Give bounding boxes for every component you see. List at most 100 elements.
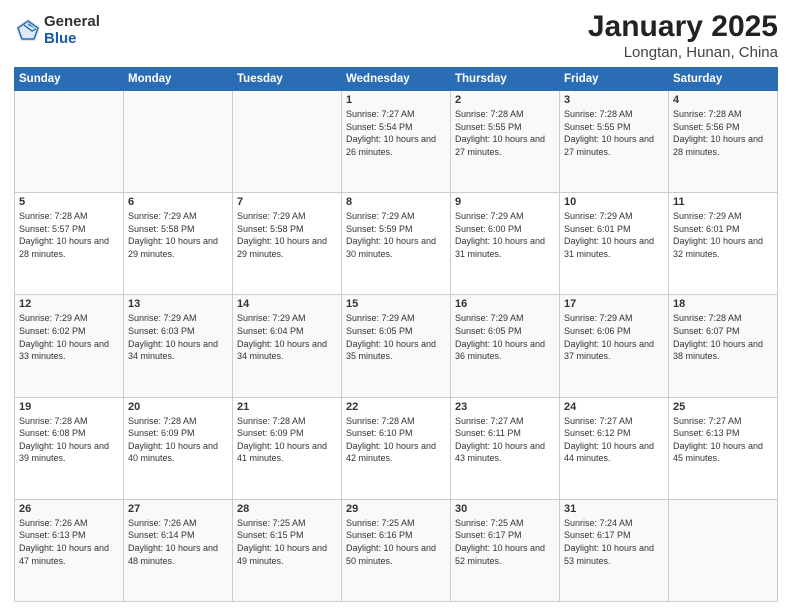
th-friday: Friday: [560, 68, 669, 91]
th-saturday: Saturday: [669, 68, 778, 91]
table-cell: 15 Sunrise: 7:29 AMSunset: 6:05 PMDayligh…: [342, 295, 451, 397]
day-number: 7: [237, 196, 337, 208]
table-cell: 29Sunrise: 7:25 AMSunset: 6:16 PMDayligh…: [342, 499, 451, 601]
table-cell: [15, 91, 124, 193]
day-number: 18: [673, 298, 773, 310]
day-number: 10: [564, 196, 664, 208]
logo-text: General Blue: [44, 14, 100, 47]
day-number: 19: [19, 401, 119, 413]
day-info: Sunrise: 7:28 AMSunset: 6:09 PMDaylight:…: [128, 415, 228, 465]
table-cell: [233, 91, 342, 193]
day-info: Sunrise: 7:28 AMSunset: 6:09 PMDaylight:…: [237, 415, 337, 465]
day-number: 8: [346, 196, 446, 208]
table-cell: 6 Sunrise: 7:29 AMSunset: 5:58 PMDaylight…: [124, 193, 233, 295]
day-number: 28: [237, 503, 337, 515]
day-number: 9: [455, 196, 555, 208]
day-number: 22: [346, 401, 446, 413]
table-cell: 26Sunrise: 7:26 AMSunset: 6:13 PMDayligh…: [15, 499, 124, 601]
day-number: 2: [455, 94, 555, 106]
week-row-2: 12Sunrise: 7:29 AMSunset: 6:02 PMDayligh…: [15, 295, 778, 397]
calendar-title: January 2025: [588, 10, 778, 44]
table-cell: 20Sunrise: 7:28 AMSunset: 6:09 PMDayligh…: [124, 397, 233, 499]
day-info: Sunrise: 7:29 AMSunset: 5:58 PMDaylight:…: [237, 210, 337, 260]
table-cell: 3 Sunrise: 7:28 AMSunset: 5:55 PMDaylight…: [560, 91, 669, 193]
table-cell: 17 Sunrise: 7:29 AMSunset: 6:06 PMDayligh…: [560, 295, 669, 397]
table-cell: 18 Sunrise: 7:28 AMSunset: 6:07 PMDayligh…: [669, 295, 778, 397]
th-sunday: Sunday: [15, 68, 124, 91]
day-info: Sunrise: 7:29 AMSunset: 6:00 PMDaylight:…: [455, 210, 555, 260]
day-number: 23: [455, 401, 555, 413]
table-cell: 5Sunrise: 7:28 AMSunset: 5:57 PMDaylight…: [15, 193, 124, 295]
day-info: Sunrise: 7:27 AMSunset: 5:54 PMDaylight:…: [346, 108, 446, 158]
day-info: Sunrise: 7:27 AMSunset: 6:13 PMDaylight:…: [673, 415, 773, 465]
day-number: 30: [455, 503, 555, 515]
table-cell: 2 Sunrise: 7:28 AMSunset: 5:55 PMDaylight…: [451, 91, 560, 193]
day-number: 4: [673, 94, 773, 106]
day-info: Sunrise: 7:28 AMSunset: 5:55 PMDaylight:…: [564, 108, 664, 158]
table-cell: 7 Sunrise: 7:29 AMSunset: 5:58 PMDaylight…: [233, 193, 342, 295]
day-info: Sunrise: 7:29 AMSunset: 5:59 PMDaylight:…: [346, 210, 446, 260]
logo-general-text: General: [44, 14, 100, 31]
th-monday: Monday: [124, 68, 233, 91]
day-info: Sunrise: 7:24 AMSunset: 6:17 PMDaylight:…: [564, 517, 664, 567]
day-info: Sunrise: 7:28 AMSunset: 6:10 PMDaylight:…: [346, 415, 446, 465]
table-cell: 10 Sunrise: 7:29 AMSunset: 6:01 PMDayligh…: [560, 193, 669, 295]
table-cell: 13 Sunrise: 7:29 AMSunset: 6:03 PMDayligh…: [124, 295, 233, 397]
week-row-3: 19 Sunrise: 7:28 AMSunset: 6:08 PMDayligh…: [15, 397, 778, 499]
day-info: Sunrise: 7:29 AMSunset: 6:05 PMDaylight:…: [346, 312, 446, 362]
day-number: 3: [564, 94, 664, 106]
day-info: Sunrise: 7:28 AMSunset: 5:55 PMDaylight:…: [455, 108, 555, 158]
page: General Blue January 2025 Longtan, Hunan…: [0, 0, 792, 612]
day-info: Sunrise: 7:29 AMSunset: 6:01 PMDaylight:…: [673, 210, 773, 260]
day-info: Sunrise: 7:26 AMSunset: 6:14 PMDaylight:…: [128, 517, 228, 567]
week-row-0: 1Sunrise: 7:27 AMSunset: 5:54 PMDaylight…: [15, 91, 778, 193]
day-number: 14: [237, 298, 337, 310]
day-number: 26: [19, 503, 119, 515]
table-cell: 12Sunrise: 7:29 AMSunset: 6:02 PMDayligh…: [15, 295, 124, 397]
table-cell: 30Sunrise: 7:25 AMSunset: 6:17 PMDayligh…: [451, 499, 560, 601]
table-cell: 16Sunrise: 7:29 AMSunset: 6:05 PMDayligh…: [451, 295, 560, 397]
logo-icon: [14, 17, 42, 45]
calendar-table: Sunday Monday Tuesday Wednesday Thursday…: [14, 67, 778, 602]
table-cell: 9 Sunrise: 7:29 AMSunset: 6:00 PMDaylight…: [451, 193, 560, 295]
calendar-subtitle: Longtan, Hunan, China: [588, 44, 778, 61]
day-info: Sunrise: 7:27 AMSunset: 6:12 PMDaylight:…: [564, 415, 664, 465]
day-number: 17: [564, 298, 664, 310]
logo: General Blue: [14, 14, 100, 47]
table-cell: 24 Sunrise: 7:27 AMSunset: 6:12 PMDayligh…: [560, 397, 669, 499]
table-cell: 27Sunrise: 7:26 AMSunset: 6:14 PMDayligh…: [124, 499, 233, 601]
table-cell: 28 Sunrise: 7:25 AMSunset: 6:15 PMDayligh…: [233, 499, 342, 601]
day-info: Sunrise: 7:29 AMSunset: 6:01 PMDaylight:…: [564, 210, 664, 260]
day-info: Sunrise: 7:28 AMSunset: 6:07 PMDaylight:…: [673, 312, 773, 362]
day-info: Sunrise: 7:29 AMSunset: 6:03 PMDaylight:…: [128, 312, 228, 362]
table-cell: [124, 91, 233, 193]
day-info: Sunrise: 7:29 AMSunset: 6:06 PMDaylight:…: [564, 312, 664, 362]
day-info: Sunrise: 7:28 AMSunset: 5:56 PMDaylight:…: [673, 108, 773, 158]
day-info: Sunrise: 7:28 AMSunset: 6:08 PMDaylight:…: [19, 415, 119, 465]
table-cell: [669, 499, 778, 601]
day-number: 31: [564, 503, 664, 515]
day-info: Sunrise: 7:29 AMSunset: 6:04 PMDaylight:…: [237, 312, 337, 362]
day-number: 11: [673, 196, 773, 208]
day-info: Sunrise: 7:29 AMSunset: 5:58 PMDaylight:…: [128, 210, 228, 260]
table-cell: 4 Sunrise: 7:28 AMSunset: 5:56 PMDaylight…: [669, 91, 778, 193]
day-info: Sunrise: 7:25 AMSunset: 6:15 PMDaylight:…: [237, 517, 337, 567]
day-number: 6: [128, 196, 228, 208]
table-cell: 8 Sunrise: 7:29 AMSunset: 5:59 PMDaylight…: [342, 193, 451, 295]
title-block: January 2025 Longtan, Hunan, China: [588, 10, 778, 61]
day-number: 13: [128, 298, 228, 310]
day-number: 15: [346, 298, 446, 310]
week-row-1: 5Sunrise: 7:28 AMSunset: 5:57 PMDaylight…: [15, 193, 778, 295]
day-number: 24: [564, 401, 664, 413]
table-cell: 19 Sunrise: 7:28 AMSunset: 6:08 PMDayligh…: [15, 397, 124, 499]
table-cell: 1Sunrise: 7:27 AMSunset: 5:54 PMDaylight…: [342, 91, 451, 193]
day-number: 12: [19, 298, 119, 310]
logo-blue-text: Blue: [44, 31, 100, 48]
day-info: Sunrise: 7:27 AMSunset: 6:11 PMDaylight:…: [455, 415, 555, 465]
th-tuesday: Tuesday: [233, 68, 342, 91]
table-cell: 11 Sunrise: 7:29 AMSunset: 6:01 PMDayligh…: [669, 193, 778, 295]
table-cell: 22 Sunrise: 7:28 AMSunset: 6:10 PMDayligh…: [342, 397, 451, 499]
th-thursday: Thursday: [451, 68, 560, 91]
table-cell: 21Sunrise: 7:28 AMSunset: 6:09 PMDayligh…: [233, 397, 342, 499]
header-row: Sunday Monday Tuesday Wednesday Thursday…: [15, 68, 778, 91]
